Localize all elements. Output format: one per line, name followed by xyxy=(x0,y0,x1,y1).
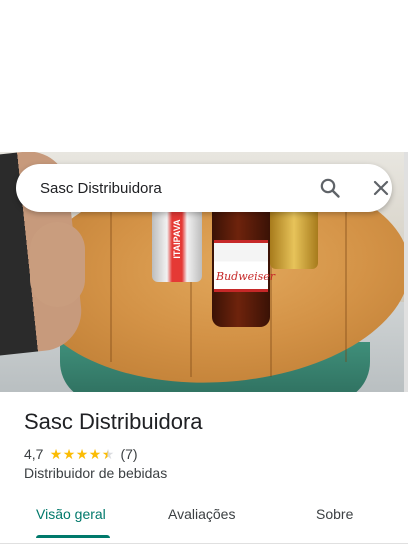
half-star-icon: ★ xyxy=(101,446,115,462)
search-icon[interactable] xyxy=(318,176,342,200)
map-blank-area xyxy=(0,0,408,152)
tab-overview[interactable]: Visão geral xyxy=(36,506,106,522)
reviews-count[interactable]: (7) xyxy=(120,446,137,462)
star-icon: ★ xyxy=(75,446,89,462)
star-icon: ★ xyxy=(49,446,63,462)
star-icon: ★ xyxy=(62,446,76,462)
beer-can-label: ITAIPAVA xyxy=(172,219,182,259)
rating-stars: ★ ★ ★ ★ ★ xyxy=(49,446,115,462)
star-icon: ★ xyxy=(88,446,102,462)
table-plank-line xyxy=(345,192,347,362)
tab-reviews[interactable]: Avaliações xyxy=(168,506,235,522)
place-tabs: Visão geral Avaliações Sobre xyxy=(0,494,408,544)
place-title: Sasc Distribuidora xyxy=(24,409,203,434)
beer-can: ITAIPAVA xyxy=(152,204,202,282)
active-tab-indicator xyxy=(36,535,110,538)
tab-about[interactable]: Sobre xyxy=(316,506,353,522)
gold-can xyxy=(270,207,318,269)
place-category[interactable]: Distribuidor de bebidas xyxy=(24,465,167,481)
scrollbar[interactable] xyxy=(404,152,408,392)
bottle-label xyxy=(214,240,268,292)
person-hand xyxy=(30,222,85,307)
rating-value: 4,7 xyxy=(24,446,44,462)
bottle-label-text: Budweiser xyxy=(216,270,276,283)
search-input[interactable] xyxy=(40,176,280,200)
close-icon[interactable] xyxy=(369,176,393,200)
table-plank-line xyxy=(110,192,112,362)
rating-row[interactable]: 4,7 ★ ★ ★ ★ ★ (7) xyxy=(24,445,138,463)
search-bar[interactable] xyxy=(16,164,392,212)
